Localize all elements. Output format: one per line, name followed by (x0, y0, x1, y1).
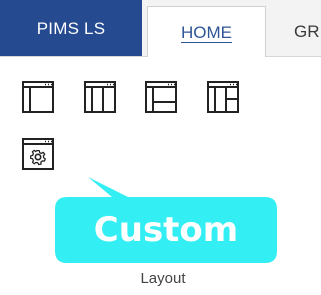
layout-grid-button[interactable] (206, 80, 240, 114)
layout-split-button[interactable] (144, 80, 178, 114)
layout-single-icon (22, 81, 54, 113)
tab-pims-ls[interactable]: PIMS LS (0, 0, 142, 56)
ribbon-tab-strip: PIMS LS HOME GR (0, 0, 321, 57)
tab-home[interactable]: HOME (147, 6, 266, 57)
layout-split-icon (145, 81, 177, 113)
layout-grid-icon (207, 81, 239, 113)
layout-group-label: Layout (140, 270, 186, 287)
tab-gr[interactable]: GR (294, 6, 320, 56)
layout-single-button[interactable] (21, 80, 55, 114)
layout-columns-icon (84, 81, 116, 113)
custom-layout-gear-icon (22, 138, 54, 170)
custom-layout-button[interactable] (21, 137, 55, 171)
layout-columns-button[interactable] (83, 80, 117, 114)
ribbon-page: PIMS LS HOME GR Custom Layout (0, 0, 321, 295)
